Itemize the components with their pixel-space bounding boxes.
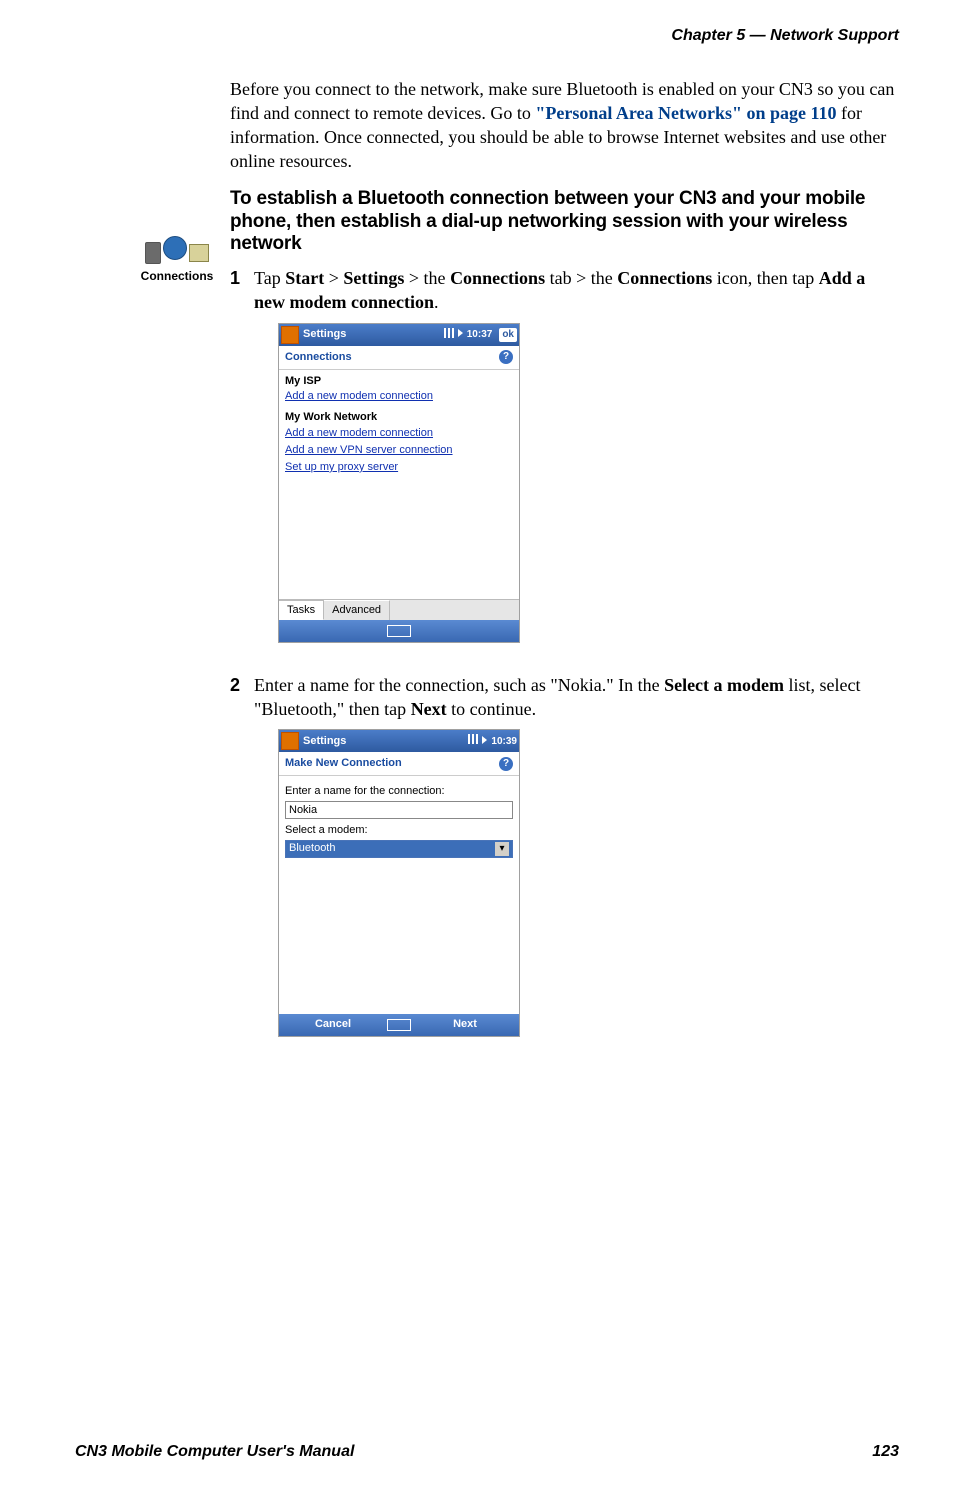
add-modem-work-link[interactable]: Add a new modem connection xyxy=(279,426,519,443)
help-icon[interactable]: ? xyxy=(499,350,513,364)
speaker-icon xyxy=(458,328,463,342)
keyboard-icon[interactable] xyxy=(387,625,411,637)
speaker-icon xyxy=(482,735,487,749)
modem-select[interactable]: Bluetooth ▾ xyxy=(285,840,513,858)
screenshot-connections: Settings 10:37 ok Connections ? My ISP A… xyxy=(278,323,520,643)
signal-icon xyxy=(468,734,478,749)
screenshot-new-connection: Settings 10:39 Make New Connection ? Ent… xyxy=(278,729,520,1037)
form-body: Enter a name for the connection: Select … xyxy=(279,776,519,864)
start-flag-icon[interactable] xyxy=(281,732,299,750)
help-icon[interactable]: ? xyxy=(499,757,513,771)
step-number: 2 xyxy=(230,673,254,1059)
connections-icon-label: Connections xyxy=(132,268,222,284)
modem-select-value: Bluetooth xyxy=(289,841,335,856)
page-header: Chapter 5 — Network Support xyxy=(0,0,974,47)
screen-header: Connections ? xyxy=(279,346,519,370)
next-button[interactable]: Next xyxy=(411,1017,519,1032)
connections-icon xyxy=(132,236,222,264)
step-1: 1 Tap Start > Settings > the Connections… xyxy=(230,266,899,665)
connection-name-input[interactable] xyxy=(285,801,513,819)
keyboard-icon[interactable] xyxy=(387,1019,411,1031)
add-modem-isp-link[interactable]: Add a new modem connection xyxy=(279,389,519,406)
blank-area xyxy=(279,477,519,599)
clock: 10:37 xyxy=(467,328,493,342)
page-content: Before you connect to the network, make … xyxy=(0,77,974,1059)
titlebar-icons: 10:39 xyxy=(468,734,517,749)
procedure-heading: To establish a Bluetooth connection betw… xyxy=(230,188,899,256)
my-isp-label: My ISP xyxy=(279,370,519,390)
footer-manual-title: CN3 Mobile Computer User's Manual xyxy=(75,1441,354,1463)
footer-page-number: 123 xyxy=(872,1441,899,1463)
bottombar xyxy=(279,620,519,642)
pc-icon xyxy=(189,244,209,262)
step-number: 1 xyxy=(230,266,254,665)
step-body: Enter a name for the connection, such as… xyxy=(254,673,899,1059)
name-label: Enter a name for the connection: xyxy=(285,784,513,799)
titlebar-icons: 10:37 ok xyxy=(444,328,517,343)
cancel-button[interactable]: Cancel xyxy=(279,1017,387,1032)
start-flag-icon[interactable] xyxy=(281,326,299,344)
bottombar: Cancel Next xyxy=(279,1014,519,1036)
add-vpn-link[interactable]: Add a new VPN server connection xyxy=(279,443,519,460)
chevron-down-icon: ▾ xyxy=(495,842,509,856)
connections-desktop-icon: Connections xyxy=(132,236,222,284)
titlebar: Settings 10:39 xyxy=(279,730,519,752)
tabs: Tasks Advanced xyxy=(279,599,519,620)
titlebar-title: Settings xyxy=(303,734,468,749)
pan-link[interactable]: "Personal Area Networks" on page 110 xyxy=(535,103,836,123)
tab-tasks[interactable]: Tasks xyxy=(279,600,324,620)
signal-icon xyxy=(444,328,454,343)
page-footer: CN3 Mobile Computer User's Manual 123 xyxy=(0,1441,974,1463)
intro-paragraph: Before you connect to the network, make … xyxy=(230,77,899,174)
clock: 10:39 xyxy=(491,735,517,749)
chapter-label: Chapter 5 — Network Support xyxy=(671,27,899,44)
ok-button[interactable]: ok xyxy=(499,328,517,342)
proxy-link[interactable]: Set up my proxy server xyxy=(279,460,519,477)
screen-title: Make New Connection xyxy=(285,756,402,771)
phone-icon xyxy=(145,242,161,264)
titlebar-title: Settings xyxy=(303,327,444,342)
tab-advanced[interactable]: Advanced xyxy=(324,600,390,620)
globe-icon xyxy=(163,236,187,260)
modem-label: Select a modem: xyxy=(285,823,513,838)
step-body: Tap Start > Settings > the Connections t… xyxy=(254,266,899,665)
my-work-label: My Work Network xyxy=(279,406,519,426)
screen-header: Make New Connection ? xyxy=(279,752,519,776)
blank-area xyxy=(279,864,519,1014)
titlebar: Settings 10:37 ok xyxy=(279,324,519,346)
step-2: 2 Enter a name for the connection, such … xyxy=(230,673,899,1059)
screen-title: Connections xyxy=(285,350,352,365)
